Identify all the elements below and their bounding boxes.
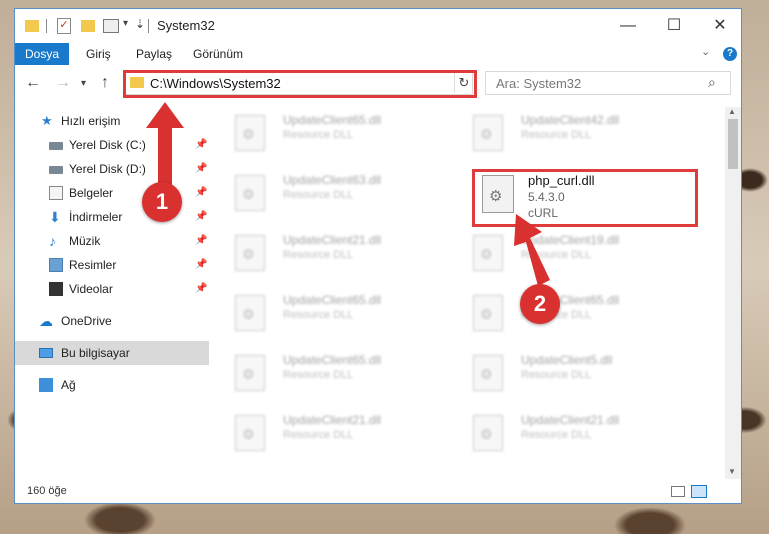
help-icon[interactable]: ? [723,47,737,61]
title-bar: ✓ ▾ ⇣ System32 — ☐ ✕ [15,9,741,43]
tab-view[interactable]: Görünüm [193,43,243,65]
dll-file-icon [473,235,503,271]
separator [46,19,47,33]
list-item[interactable]: UpdateClient65.dll Resource DLL [209,289,429,339]
list-item[interactable]: UpdateClient19.dll Resource DLL [447,229,667,279]
sidebar-item-local-disk-c[interactable]: Yerel Disk (C:) 📌 [15,133,209,157]
dll-file-icon [235,415,265,451]
list-item[interactable]: UpdateClient21.dll Resource DLL [447,409,667,459]
folder-icon [130,77,144,88]
file-company: cURL [528,206,559,220]
pin-icon[interactable]: 📌 [195,133,207,157]
callout-1-badge: 1 [142,182,182,222]
file-version: 5.4.3.0 [528,190,565,204]
documents-icon [49,186,63,200]
chevron-down-icon[interactable]: ▾ [123,18,128,34]
details-view-icon[interactable] [671,486,685,497]
navigation-bar: ← → ▾ ↑ C:\Windows\System32 ↻ Ara: Syste… [15,69,741,99]
sidebar-item-quick-access[interactable]: ★ Hızlı erişim [15,109,209,133]
customize-toolbar-icon[interactable]: ⇣ [135,17,145,33]
sidebar-item-videos[interactable]: Videolar 📌 [15,277,209,301]
list-item[interactable]: UpdateClient65.dll Resource DLL [209,109,429,159]
drive-icon [49,166,63,174]
separator [148,19,149,33]
close-button[interactable]: ✕ [697,9,743,43]
status-bar: 160 öğe [15,481,741,503]
list-item[interactable]: UpdateClient5.dll Resource DLL [447,349,667,399]
dll-file-icon [235,235,265,271]
dll-file-icon [235,295,265,331]
search-placeholder: Ara: System32 [496,76,582,91]
list-item[interactable]: UpdateClient65.dll Resource DLL [209,349,429,399]
properties-icon[interactable] [103,19,119,33]
computer-icon [39,348,53,358]
dll-file-icon [473,295,503,331]
dll-file-icon [473,115,503,151]
sidebar-item-network[interactable]: Ağ [15,373,209,397]
maximize-button[interactable]: ☐ [651,9,697,43]
forward-arrow-icon[interactable]: → [55,74,71,92]
dll-file-icon [482,175,514,213]
list-item[interactable]: UpdateClient21.dll Resource DLL [209,409,429,459]
back-arrow-icon[interactable]: ← [25,74,41,92]
refresh-icon[interactable]: ↻ [454,73,473,93]
tab-file[interactable]: Dosya [15,43,69,65]
sidebar-item-music[interactable]: ♪ Müzik 📌 [15,229,209,253]
dll-file-icon [235,355,265,391]
music-icon: ♪ [49,233,56,249]
tab-home[interactable]: Giriş [86,43,111,65]
file-name: php_curl.dll [528,173,595,188]
pin-icon[interactable]: 📌 [195,181,207,205]
dll-file-icon [235,175,265,211]
scroll-up-icon[interactable]: ▲ [728,107,736,116]
callout-2-badge: 2 [520,284,560,324]
vertical-scrollbar[interactable]: ▲ ▼ [725,107,741,479]
recent-locations-icon[interactable]: ▾ [81,78,86,89]
ribbon-tabs: Dosya Giriş Paylaş Görünüm ⌄ ? [15,43,741,65]
pictures-icon [49,258,63,272]
new-folder-icon[interactable] [81,20,95,32]
tiles-view-icon[interactable] [691,485,707,498]
dll-file-icon [473,355,503,391]
item-count: 160 öğe [27,485,67,497]
pin-icon[interactable]: 📌 [195,253,207,277]
pin-icon[interactable]: 📌 [195,157,207,181]
address-bar[interactable]: C:\Windows\System32 ↻ [123,71,473,95]
scroll-thumb[interactable] [728,119,738,169]
dll-file-icon [473,415,503,451]
download-icon: ⬇ [49,209,61,225]
pin-icon[interactable]: 📌 [195,277,207,301]
search-icon[interactable]: ⌕ [708,74,716,91]
videos-icon [49,282,63,296]
list-item[interactable]: UpdateClient42.dll Resource DLL [447,109,667,159]
pin-icon[interactable]: 📌 [195,229,207,253]
properties-check-icon[interactable]: ✓ [57,18,71,34]
minimize-button[interactable]: — [605,9,651,43]
sidebar-item-this-pc[interactable]: Bu bilgisayar [15,341,209,365]
sidebar-item-local-disk-d[interactable]: Yerel Disk (D:) 📌 [15,157,209,181]
drive-icon [49,142,63,150]
list-item[interactable]: UpdateClient21.dll Resource DLL [209,229,429,279]
list-item[interactable]: UpdateClient63.dll Resource DLL [209,169,429,219]
window-title: System32 [157,18,215,33]
search-input[interactable]: Ara: System32 ⌕ [485,71,731,95]
up-arrow-icon[interactable]: ↑ [101,74,109,92]
php-curl-dll-item[interactable]: php_curl.dll 5.4.3.0 cURL [472,169,692,223]
file-list: UpdateClient65.dll Resource DLL UpdateCl… [209,107,725,479]
star-icon: ★ [41,113,53,128]
network-icon [39,378,53,392]
cloud-icon: ☁ [39,313,53,329]
dll-file-icon [235,115,265,151]
scroll-down-icon[interactable]: ▼ [728,467,736,476]
file-explorer-window: ✓ ▾ ⇣ System32 — ☐ ✕ Dosya Giriş Paylaş … [14,8,742,504]
navigation-pane: ★ Hızlı erişim Yerel Disk (C:) 📌 Yerel D… [15,107,209,479]
sidebar-item-onedrive[interactable]: ☁ OneDrive [15,309,209,333]
expand-ribbon-icon[interactable]: ⌄ [701,45,710,58]
pin-icon[interactable]: 📌 [195,205,207,229]
address-path[interactable]: C:\Windows\System32 [150,76,281,91]
sidebar-item-pictures[interactable]: Resimler 📌 [15,253,209,277]
tab-share[interactable]: Paylaş [136,43,172,65]
folder-icon [25,20,39,32]
